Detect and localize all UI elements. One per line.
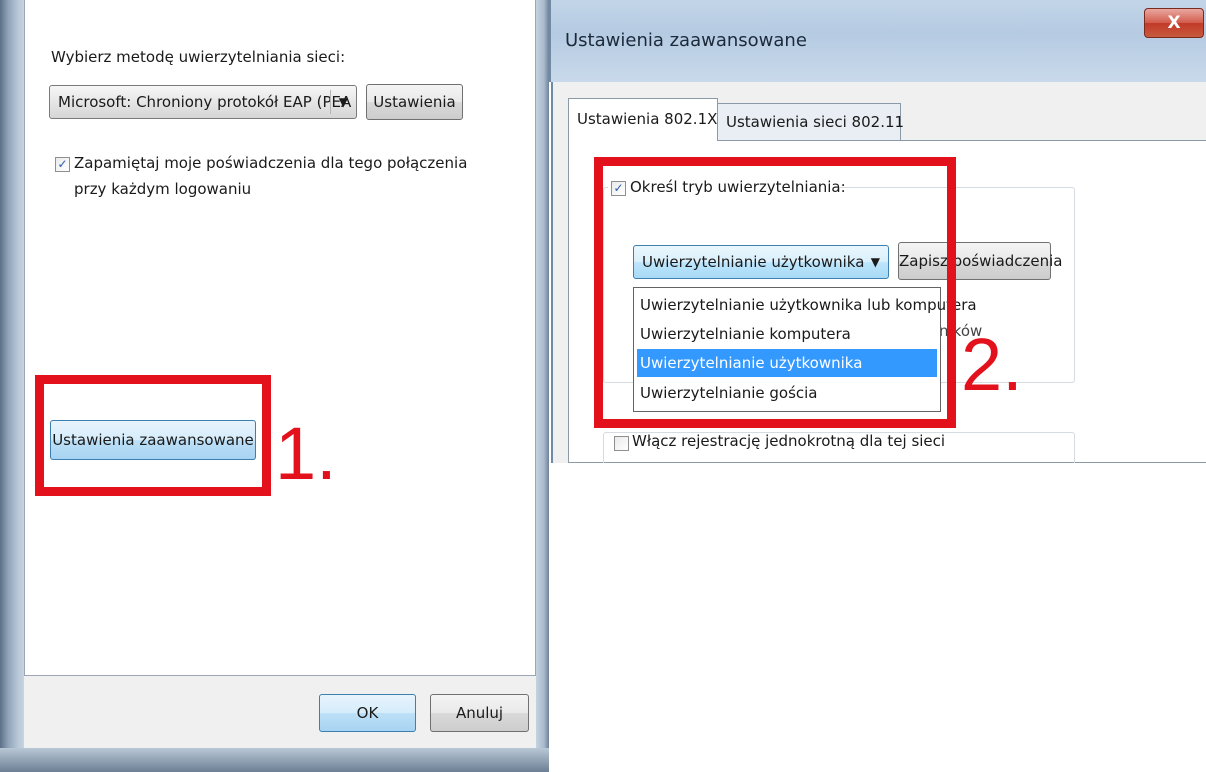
tab-80211[interactable]: Ustawienia sieci 802.11 (717, 103, 904, 141)
step1-label: 1. (275, 412, 337, 495)
cancel-button[interactable]: Anuluj (430, 694, 529, 732)
tab-8021x[interactable]: Ustawienia 802.1X (568, 98, 718, 141)
remember-credentials-label: Zapamiętaj moje poświadczenia dla tego p… (74, 154, 468, 172)
chevron-down-icon: ▼ (338, 95, 348, 109)
eap-method-select[interactable]: Microsoft: Chroniony protokół EAP (PEA ▼ (49, 85, 357, 119)
eap-settings-button[interactable]: Ustawienia (366, 84, 463, 120)
window-title: Ustawienia zaawansowane (565, 30, 807, 51)
remember-credentials-label-line2: przy każdym logowaniu (74, 180, 252, 198)
remember-credentials-checkbox[interactable]: ✓ (55, 157, 70, 172)
left-dialog-frame-bottom (0, 748, 549, 772)
close-icon: X (1167, 13, 1181, 33)
eap-method-value: Microsoft: Chroniony protokół EAP (PEA (58, 93, 352, 111)
close-button[interactable]: X (1144, 8, 1204, 38)
checkmark-icon: ✓ (57, 157, 68, 171)
highlight-box-step2 (594, 157, 956, 428)
sso-checkbox[interactable] (614, 436, 629, 451)
left-dialog-panel: Wybierz metodę uwierzytelniania sieci: M… (24, 0, 536, 676)
auth-method-label: Wybierz metodę uwierzytelniania sieci: (51, 48, 346, 66)
left-dialog-frame-right (536, 0, 549, 772)
left-dialog-footer: OK Anuluj (24, 676, 536, 748)
highlight-box-step1 (35, 375, 271, 496)
title-bar: Ustawienia zaawansowane X (549, 0, 1206, 82)
step2-label: 2. (961, 323, 1023, 406)
combo-separator (330, 90, 331, 114)
sso-label: Włącz rejestrację jednokrotną dla tej si… (632, 432, 946, 450)
ok-button[interactable]: OK (319, 694, 416, 732)
